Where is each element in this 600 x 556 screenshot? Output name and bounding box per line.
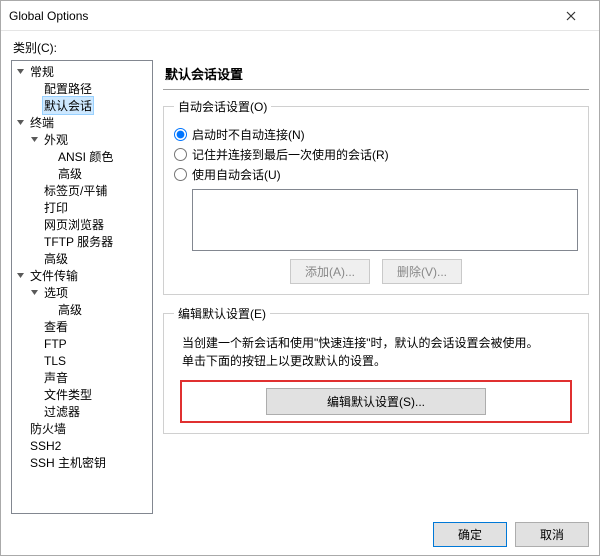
- close-icon: [566, 11, 576, 21]
- window-title: Global Options: [9, 9, 551, 23]
- edit-default-description: 当创建一个新会话和使用"快速连接"时，默认的会话设置会被使用。 单击下面的按钮上…: [182, 334, 570, 370]
- tree-item-file-types[interactable]: 文件类型: [28, 386, 152, 403]
- page-title: 默认会话设置: [163, 60, 589, 90]
- cancel-button[interactable]: 取消: [515, 522, 589, 547]
- ok-button[interactable]: 确定: [433, 522, 507, 547]
- edit-default-settings-button[interactable]: 编辑默认设置(S)...: [266, 388, 486, 415]
- tree-item-config-path[interactable]: 配置路径: [28, 80, 152, 97]
- auto-session-group: 自动会话设置(O) 启动时不自动连接(N) 记住并连接到最后一次使用的会话(R)…: [163, 98, 589, 295]
- tree-item-appearance[interactable]: 外观: [28, 131, 152, 148]
- tree-item-browser[interactable]: 网页浏览器: [28, 216, 152, 233]
- tree-item-terminal-advanced[interactable]: 高级: [42, 165, 152, 182]
- tree-item-ft-advanced[interactable]: 高级: [42, 301, 152, 318]
- edit-default-legend: 编辑默认设置(E): [174, 305, 270, 322]
- tree-item-terminal[interactable]: 终端: [14, 114, 152, 131]
- tree-item-filters[interactable]: 过滤器: [28, 403, 152, 420]
- chevron-down-icon: [28, 287, 40, 299]
- add-button: 添加(A)...: [290, 259, 370, 284]
- tree-item-tftp[interactable]: TFTP 服务器: [28, 233, 152, 250]
- tree-item-firewall[interactable]: 防火墙: [14, 420, 152, 437]
- close-button[interactable]: [551, 2, 591, 30]
- auto-session-legend: 自动会话设置(O): [174, 98, 271, 115]
- tree-item-view[interactable]: 查看: [28, 318, 152, 335]
- tree-item-ft-options[interactable]: 选项: [28, 284, 152, 301]
- tree-item-print[interactable]: 打印: [28, 199, 152, 216]
- chevron-down-icon: [14, 66, 26, 78]
- radio-no-auto-connect[interactable]: 启动时不自动连接(N): [174, 126, 578, 143]
- highlight-box: 编辑默认设置(S)...: [180, 380, 572, 423]
- tree-item-ssh2[interactable]: SSH2: [14, 437, 152, 454]
- category-label: 类别(C):: [13, 39, 589, 56]
- tree-item-default-session[interactable]: 默认会话: [28, 97, 152, 114]
- tree-item-ftp[interactable]: FTP: [28, 335, 152, 352]
- radio-use-auto-session[interactable]: 使用自动会话(U): [174, 166, 578, 183]
- chevron-down-icon: [14, 270, 26, 282]
- chevron-down-icon: [28, 134, 40, 146]
- category-tree[interactable]: 常规 配置路径 默认会话 终端: [11, 60, 153, 514]
- delete-button: 删除(V)...: [382, 259, 462, 284]
- tree-item-sound[interactable]: 声音: [28, 369, 152, 386]
- radio-remember-last-input[interactable]: [174, 148, 187, 161]
- auto-session-list[interactable]: [192, 189, 578, 251]
- tree-item-tabs[interactable]: 标签页/平铺: [28, 182, 152, 199]
- edit-default-group: 编辑默认设置(E) 当创建一个新会话和使用"快速连接"时，默认的会话设置会被使用…: [163, 305, 589, 434]
- chevron-down-icon: [14, 117, 26, 129]
- radio-use-auto-session-input[interactable]: [174, 168, 187, 181]
- tree-item-ansi-color[interactable]: ANSI 颜色: [42, 148, 152, 165]
- tree-item-file-transfer[interactable]: 文件传输: [14, 267, 152, 284]
- radio-remember-last[interactable]: 记住并连接到最后一次使用的会话(R): [174, 146, 578, 163]
- tree-item-ssh-hostkey[interactable]: SSH 主机密钥: [14, 454, 152, 471]
- radio-no-auto-connect-input[interactable]: [174, 128, 187, 141]
- tree-item-general[interactable]: 常规: [14, 63, 152, 80]
- tree-item-terminal-adv2[interactable]: 高级: [28, 250, 152, 267]
- tree-item-tls[interactable]: TLS: [28, 352, 152, 369]
